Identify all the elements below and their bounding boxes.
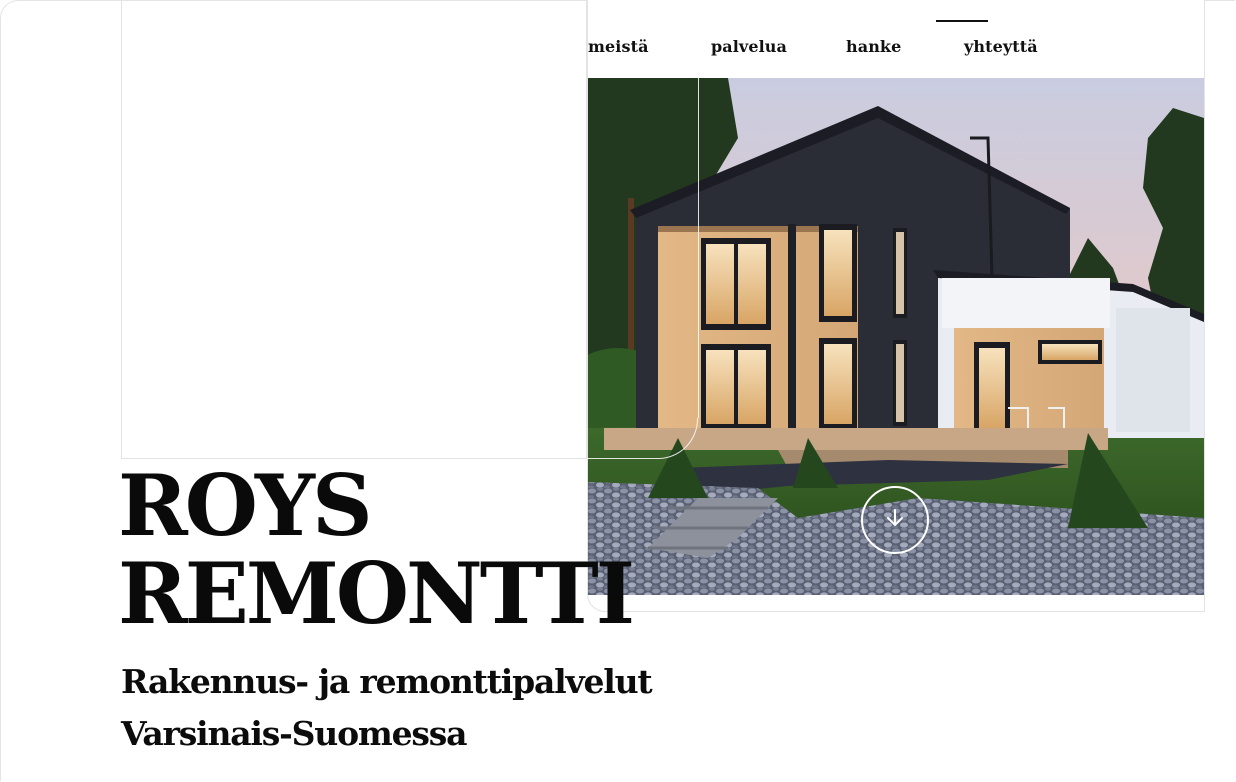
title-line-2: REMONTTI [118,544,635,643]
arrow-down-icon [884,507,906,533]
scroll-down-button[interactable] [861,486,929,554]
hero-guide-line [698,0,699,418]
page-subtitle: Rakennus- ja remonttipalvelut Varsinais-… [121,662,653,753]
nav-item-meista[interactable]: meistä [588,37,649,56]
nav-item-hanke[interactable]: hanke [846,37,901,56]
nav-active-indicator [936,20,988,22]
hero-text-panel [121,0,587,459]
title-line-1: ROYS [118,456,373,555]
nav-item-yhteytta[interactable]: yhteyttä [964,37,1038,56]
nav-item-palvelua[interactable]: palvelua [711,37,787,56]
page-title: ROYS REMONTTI [118,462,635,638]
